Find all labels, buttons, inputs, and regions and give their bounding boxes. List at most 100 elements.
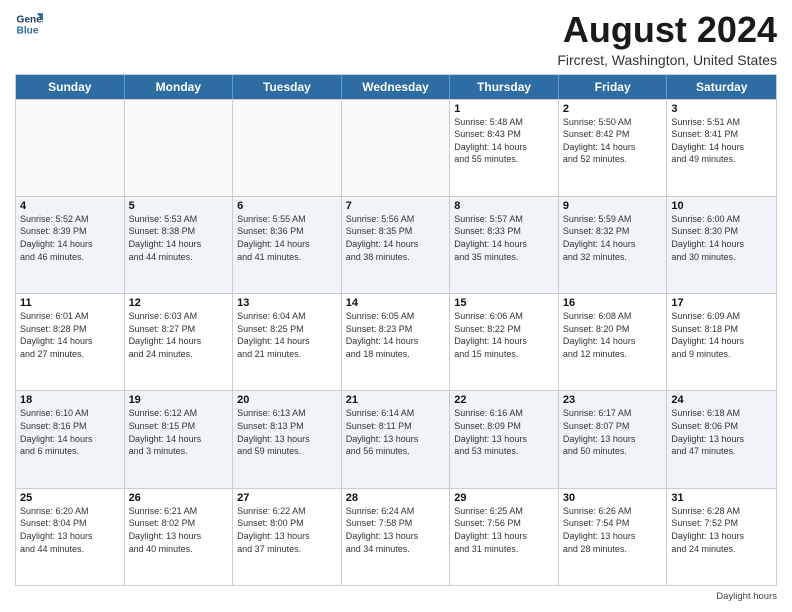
day-number: 24 (671, 394, 772, 406)
day-of-week-header: Sunday (16, 75, 125, 99)
calendar-cell: 30Sunrise: 6:26 AM Sunset: 7:54 PM Dayli… (559, 489, 668, 585)
day-number: 16 (563, 297, 663, 309)
day-of-week-header: Thursday (450, 75, 559, 99)
day-number: 13 (237, 297, 337, 309)
day-number: 26 (129, 492, 229, 504)
calendar-cell: 6Sunrise: 5:55 AM Sunset: 8:36 PM Daylig… (233, 197, 342, 293)
day-number: 12 (129, 297, 229, 309)
day-info: Sunrise: 5:56 AM Sunset: 8:35 PM Dayligh… (346, 213, 446, 263)
calendar-cell: 25Sunrise: 6:20 AM Sunset: 8:04 PM Dayli… (16, 489, 125, 585)
day-number: 21 (346, 394, 446, 406)
day-number: 4 (20, 200, 120, 212)
day-info: Sunrise: 6:18 AM Sunset: 8:06 PM Dayligh… (671, 407, 772, 457)
day-number: 6 (237, 200, 337, 212)
calendar-cell: 4Sunrise: 5:52 AM Sunset: 8:39 PM Daylig… (16, 197, 125, 293)
day-info: Sunrise: 6:28 AM Sunset: 7:52 PM Dayligh… (671, 505, 772, 555)
day-number: 25 (20, 492, 120, 504)
calendar-cell: 8Sunrise: 5:57 AM Sunset: 8:33 PM Daylig… (450, 197, 559, 293)
day-info: Sunrise: 6:21 AM Sunset: 8:02 PM Dayligh… (129, 505, 229, 555)
day-number: 17 (671, 297, 772, 309)
day-number: 29 (454, 492, 554, 504)
month-title: August 2024 (557, 10, 777, 50)
day-info: Sunrise: 6:10 AM Sunset: 8:16 PM Dayligh… (20, 407, 120, 457)
calendar-cell: 20Sunrise: 6:13 AM Sunset: 8:13 PM Dayli… (233, 391, 342, 487)
calendar-cell: 28Sunrise: 6:24 AM Sunset: 7:58 PM Dayli… (342, 489, 451, 585)
day-of-week-header: Tuesday (233, 75, 342, 99)
calendar-cell: 23Sunrise: 6:17 AM Sunset: 8:07 PM Dayli… (559, 391, 668, 487)
day-number: 20 (237, 394, 337, 406)
svg-text:Blue: Blue (17, 25, 39, 36)
calendar-cell: 5Sunrise: 5:53 AM Sunset: 8:38 PM Daylig… (125, 197, 234, 293)
day-number: 9 (563, 200, 663, 212)
calendar-cell: 17Sunrise: 6:09 AM Sunset: 8:18 PM Dayli… (667, 294, 776, 390)
footer: Daylight hours (15, 591, 777, 602)
header: General Blue August 2024 Fircrest, Washi… (15, 10, 777, 68)
calendar-cell: 29Sunrise: 6:25 AM Sunset: 7:56 PM Dayli… (450, 489, 559, 585)
day-number: 1 (454, 103, 554, 115)
day-info: Sunrise: 6:14 AM Sunset: 8:11 PM Dayligh… (346, 407, 446, 457)
day-number: 15 (454, 297, 554, 309)
day-info: Sunrise: 5:52 AM Sunset: 8:39 PM Dayligh… (20, 213, 120, 263)
calendar-cell: 16Sunrise: 6:08 AM Sunset: 8:20 PM Dayli… (559, 294, 668, 390)
day-number: 2 (563, 103, 663, 115)
day-number: 10 (671, 200, 772, 212)
day-of-week-header: Wednesday (342, 75, 451, 99)
calendar-cell: 27Sunrise: 6:22 AM Sunset: 8:00 PM Dayli… (233, 489, 342, 585)
calendar-week-row: 1Sunrise: 5:48 AM Sunset: 8:43 PM Daylig… (16, 99, 776, 196)
calendar-cell: 15Sunrise: 6:06 AM Sunset: 8:22 PM Dayli… (450, 294, 559, 390)
day-info: Sunrise: 5:57 AM Sunset: 8:33 PM Dayligh… (454, 213, 554, 263)
calendar-week-row: 4Sunrise: 5:52 AM Sunset: 8:39 PM Daylig… (16, 196, 776, 293)
day-info: Sunrise: 6:05 AM Sunset: 8:23 PM Dayligh… (346, 310, 446, 360)
calendar-cell: 19Sunrise: 6:12 AM Sunset: 8:15 PM Dayli… (125, 391, 234, 487)
day-of-week-header: Friday (559, 75, 668, 99)
calendar-cell: 1Sunrise: 5:48 AM Sunset: 8:43 PM Daylig… (450, 100, 559, 196)
day-info: Sunrise: 6:17 AM Sunset: 8:07 PM Dayligh… (563, 407, 663, 457)
day-info: Sunrise: 5:50 AM Sunset: 8:42 PM Dayligh… (563, 116, 663, 166)
day-info: Sunrise: 5:51 AM Sunset: 8:41 PM Dayligh… (671, 116, 772, 166)
calendar-week-row: 11Sunrise: 6:01 AM Sunset: 8:28 PM Dayli… (16, 293, 776, 390)
calendar-cell: 24Sunrise: 6:18 AM Sunset: 8:06 PM Dayli… (667, 391, 776, 487)
day-number: 19 (129, 394, 229, 406)
day-info: Sunrise: 5:59 AM Sunset: 8:32 PM Dayligh… (563, 213, 663, 263)
day-info: Sunrise: 6:16 AM Sunset: 8:09 PM Dayligh… (454, 407, 554, 457)
calendar-cell: 31Sunrise: 6:28 AM Sunset: 7:52 PM Dayli… (667, 489, 776, 585)
day-of-week-header: Monday (125, 75, 234, 99)
day-info: Sunrise: 6:03 AM Sunset: 8:27 PM Dayligh… (129, 310, 229, 360)
day-info: Sunrise: 6:04 AM Sunset: 8:25 PM Dayligh… (237, 310, 337, 360)
day-number: 31 (671, 492, 772, 504)
day-number: 18 (20, 394, 120, 406)
logo: General Blue (15, 10, 43, 38)
calendar-cell: 14Sunrise: 6:05 AM Sunset: 8:23 PM Dayli… (342, 294, 451, 390)
calendar-cell: 10Sunrise: 6:00 AM Sunset: 8:30 PM Dayli… (667, 197, 776, 293)
calendar-cell (342, 100, 451, 196)
day-info: Sunrise: 6:25 AM Sunset: 7:56 PM Dayligh… (454, 505, 554, 555)
day-number: 28 (346, 492, 446, 504)
calendar-cell: 2Sunrise: 5:50 AM Sunset: 8:42 PM Daylig… (559, 100, 668, 196)
day-number: 27 (237, 492, 337, 504)
day-info: Sunrise: 6:26 AM Sunset: 7:54 PM Dayligh… (563, 505, 663, 555)
calendar-header: SundayMondayTuesdayWednesdayThursdayFrid… (16, 75, 776, 99)
footer-note: Daylight hours (716, 591, 777, 602)
day-number: 5 (129, 200, 229, 212)
calendar-cell: 22Sunrise: 6:16 AM Sunset: 8:09 PM Dayli… (450, 391, 559, 487)
calendar-cell: 9Sunrise: 5:59 AM Sunset: 8:32 PM Daylig… (559, 197, 668, 293)
day-number: 23 (563, 394, 663, 406)
day-of-week-header: Saturday (667, 75, 776, 99)
title-area: August 2024 Fircrest, Washington, United… (557, 10, 777, 68)
calendar-cell: 12Sunrise: 6:03 AM Sunset: 8:27 PM Dayli… (125, 294, 234, 390)
day-number: 30 (563, 492, 663, 504)
calendar-cell: 13Sunrise: 6:04 AM Sunset: 8:25 PM Dayli… (233, 294, 342, 390)
day-info: Sunrise: 5:53 AM Sunset: 8:38 PM Dayligh… (129, 213, 229, 263)
calendar-body: 1Sunrise: 5:48 AM Sunset: 8:43 PM Daylig… (16, 99, 776, 585)
page: General Blue August 2024 Fircrest, Washi… (0, 0, 792, 612)
calendar-cell (125, 100, 234, 196)
day-number: 7 (346, 200, 446, 212)
day-info: Sunrise: 6:20 AM Sunset: 8:04 PM Dayligh… (20, 505, 120, 555)
calendar: SundayMondayTuesdayWednesdayThursdayFrid… (15, 74, 777, 586)
day-info: Sunrise: 6:13 AM Sunset: 8:13 PM Dayligh… (237, 407, 337, 457)
day-number: 22 (454, 394, 554, 406)
calendar-cell (233, 100, 342, 196)
day-number: 3 (671, 103, 772, 115)
day-number: 11 (20, 297, 120, 309)
calendar-week-row: 18Sunrise: 6:10 AM Sunset: 8:16 PM Dayli… (16, 390, 776, 487)
